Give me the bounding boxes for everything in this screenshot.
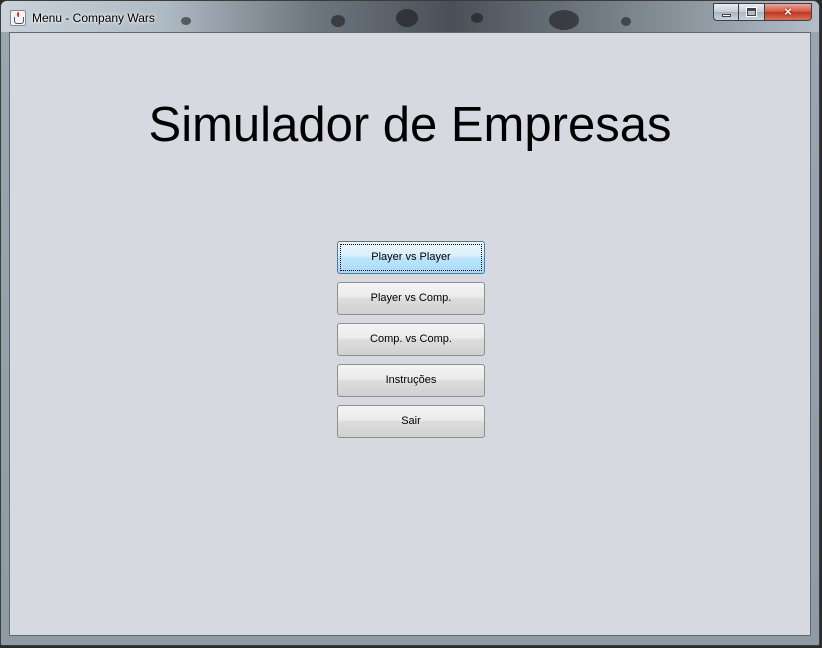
page-title: Simulador de Empresas xyxy=(148,98,672,152)
window-controls: × xyxy=(713,3,812,23)
window-title: Menu - Company Wars xyxy=(32,11,155,25)
close-button[interactable]: × xyxy=(765,3,812,21)
close-icon: × xyxy=(784,4,792,19)
minimize-button[interactable] xyxy=(713,3,739,21)
title-bar[interactable]: Menu - Company Wars × xyxy=(1,1,819,32)
java-icon[interactable] xyxy=(10,10,26,26)
app-window: Menu - Company Wars × Simulador de Empre… xyxy=(0,0,820,646)
instructions-button[interactable]: Instruções xyxy=(337,364,485,397)
player-vs-player-button[interactable]: Player vs Player xyxy=(337,241,485,274)
comp-vs-comp-button[interactable]: Comp. vs Comp. xyxy=(337,323,485,356)
menu-panel: Simulador de Empresas Player vs Player P… xyxy=(9,32,811,636)
exit-button[interactable]: Sair xyxy=(337,405,485,438)
player-vs-comp-button[interactable]: Player vs Comp. xyxy=(337,282,485,315)
maximize-button[interactable] xyxy=(739,3,765,21)
